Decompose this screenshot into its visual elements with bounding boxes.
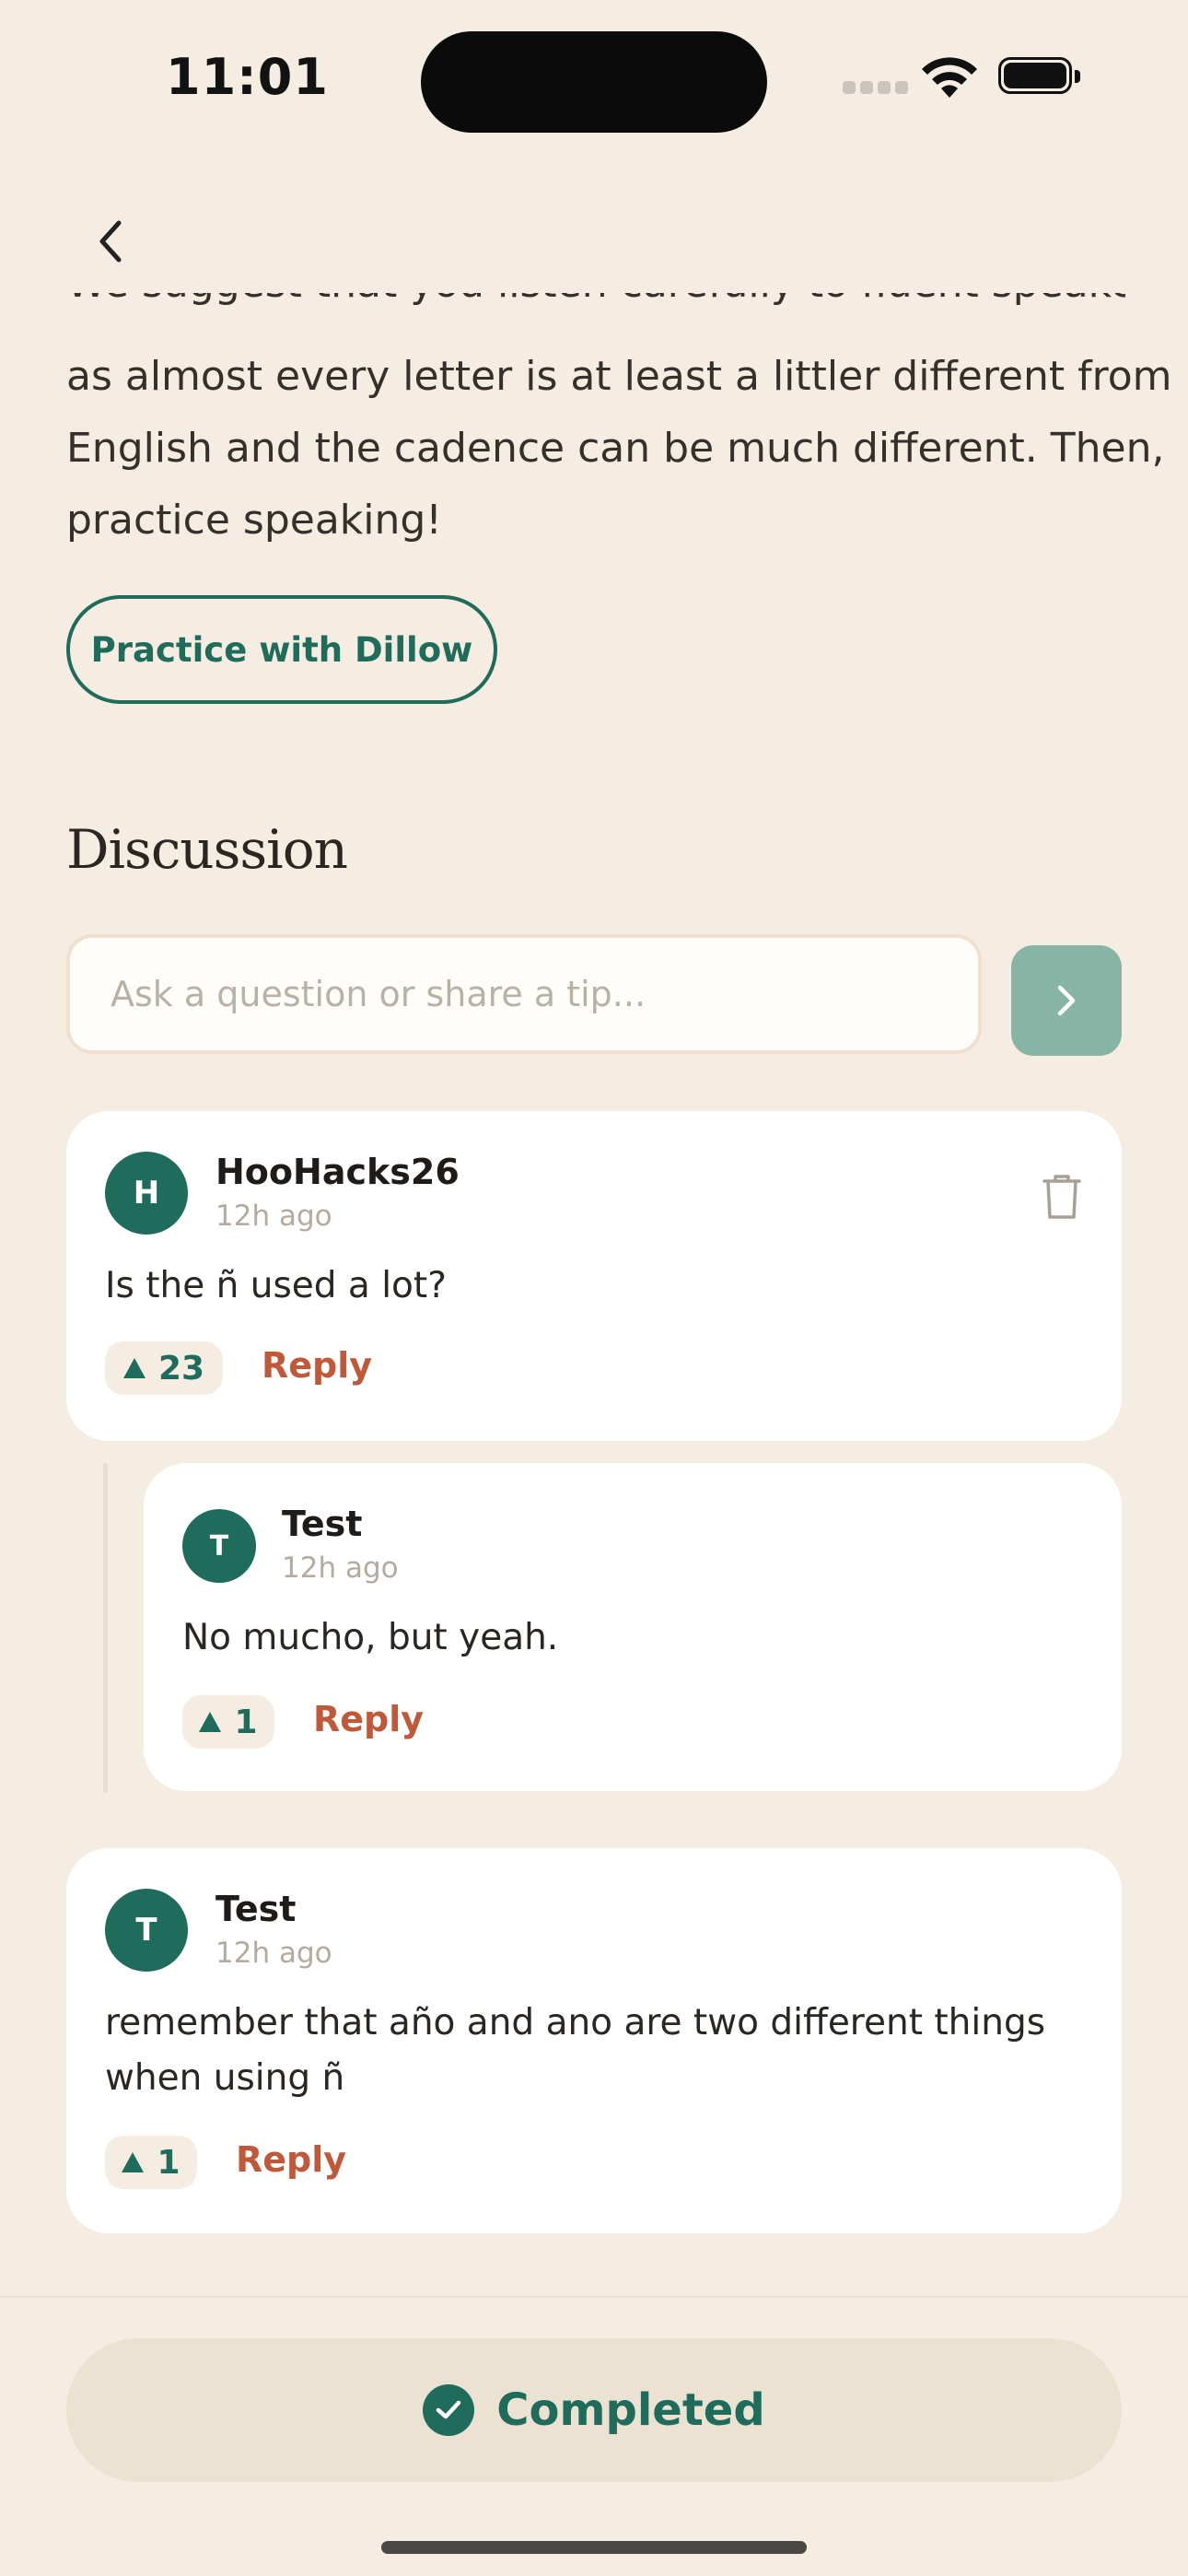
status-time: 11:01 — [166, 48, 329, 106]
lesson-text-clipped-line: We suggest that you listen carefully to … — [66, 293, 1125, 307]
avatar: T — [182, 1509, 256, 1583]
comment-card: T Test 12h ago remember that año and ano… — [66, 1848, 1122, 2233]
send-chevron-icon — [1057, 985, 1076, 1016]
lesson-text-line: practice speaking! — [66, 497, 442, 544]
cellular-icon — [843, 81, 909, 96]
battery-icon — [998, 57, 1081, 98]
wifi-icon — [922, 57, 977, 98]
avatar: H — [105, 1152, 188, 1235]
lesson-text: as almost every letter is at least a lit… — [66, 341, 1172, 556]
comment-card: H HooHacks26 12h ago Is the ñ used a lot… — [66, 1111, 1122, 1441]
back-chevron-icon — [99, 220, 122, 263]
check-circle-icon — [423, 2384, 475, 2436]
back-button[interactable] — [81, 208, 140, 275]
comment-time: 12h ago — [215, 1937, 332, 1970]
vote-count: 1 — [234, 1703, 258, 1741]
comment-text: No mucho, but yeah. — [182, 1617, 559, 1658]
comment-text: remember that año and ano are two differ… — [105, 1996, 1045, 2106]
comment-text-line: remember that año and ano are two differ… — [105, 2002, 1046, 2043]
lesson-text-line: as almost every letter is at least a lit… — [66, 353, 1172, 400]
lesson-text-line: English and the cadence can be much diff… — [66, 425, 1165, 472]
upvote-button[interactable]: 23 — [105, 1341, 223, 1395]
upvote-icon — [122, 1358, 146, 1378]
comment-time: 12h ago — [282, 1551, 399, 1585]
vote-count: 1 — [157, 2143, 181, 2182]
comment-text-line: when using ñ — [105, 2057, 345, 2099]
avatar: T — [105, 1889, 188, 1972]
discussion-input[interactable] — [66, 934, 982, 1054]
upvote-button[interactable]: 1 — [182, 1695, 274, 1749]
comment-text: Is the ñ used a lot? — [105, 1265, 447, 1306]
trash-icon[interactable] — [1041, 1172, 1083, 1222]
reply-button[interactable]: Reply — [236, 2139, 346, 2180]
comment-time: 12h ago — [215, 1200, 332, 1233]
reply-button[interactable]: Reply — [262, 1345, 372, 1386]
status-bar: 11:01 — [0, 0, 1188, 166]
comment-author: Test — [282, 1504, 363, 1544]
comment-author: Test — [215, 1889, 297, 1929]
completed-button[interactable]: Completed — [66, 2338, 1122, 2482]
home-indicator[interactable] — [381, 2541, 807, 2554]
check-icon — [437, 2400, 461, 2419]
upvote-icon — [122, 2152, 145, 2172]
footer-divider — [0, 2296, 1188, 2298]
completed-label: Completed — [496, 2384, 765, 2436]
discussion-title: Discussion — [66, 818, 348, 881]
practice-with-dillow-button[interactable]: Practice with Dillow — [66, 595, 497, 704]
send-button[interactable] — [1011, 945, 1122, 1056]
reply-button[interactable]: Reply — [313, 1699, 424, 1739]
lesson-text-clipped: We suggest that you listen carefully to … — [66, 293, 1125, 319]
reply-card: T Test 12h ago No mucho, but yeah. 1 Rep… — [144, 1463, 1122, 1791]
upvote-button[interactable]: 1 — [105, 2136, 197, 2189]
upvote-icon — [199, 1712, 222, 1732]
comment-author: HooHacks26 — [215, 1152, 460, 1192]
vote-count: 23 — [157, 1349, 205, 1388]
dynamic-island — [421, 31, 767, 133]
thread-line — [103, 1463, 108, 1793]
